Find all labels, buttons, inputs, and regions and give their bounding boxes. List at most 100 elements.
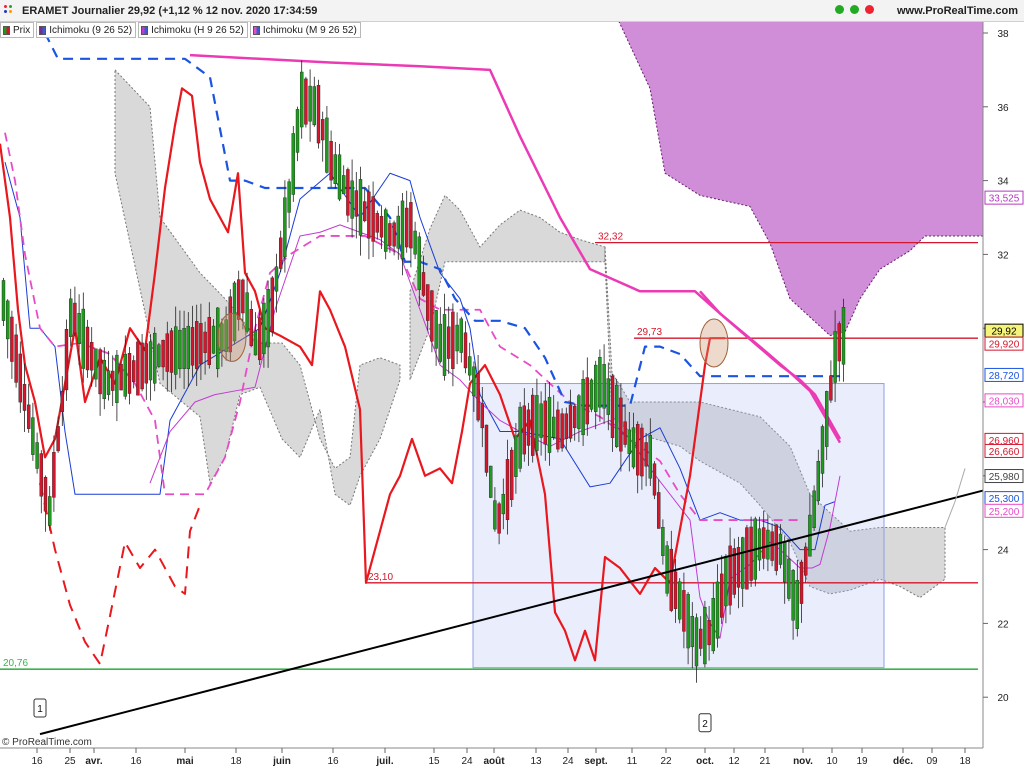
candle-up [94, 348, 98, 380]
green-dot-icon[interactable] [834, 5, 844, 14]
candle-up [438, 323, 442, 362]
candle-up [791, 570, 795, 621]
candle-up [337, 154, 342, 200]
candle-down [279, 237, 283, 269]
candle-up [501, 493, 505, 515]
candle-up [489, 465, 493, 498]
candle-up [665, 545, 669, 594]
candle-down [837, 323, 841, 362]
candle-up [812, 490, 816, 528]
candle-down [451, 311, 455, 369]
candle-up [820, 426, 825, 474]
candle-up [148, 341, 153, 381]
chart-canvas[interactable]: 32,3229,7323,1020,7612383634323028262422… [0, 10, 1024, 768]
candle-down [119, 363, 123, 391]
candle-up [694, 617, 699, 667]
candle-down [510, 449, 514, 500]
candle-up [178, 329, 182, 370]
candle-down [409, 202, 413, 249]
x-tick-label: déc. [893, 756, 913, 767]
legend-item-ichimoku-h[interactable]: Ichimoku (H 9 26 52) [138, 22, 248, 38]
candle-up [400, 200, 405, 260]
candle-down [749, 526, 753, 581]
candle-down [623, 421, 627, 445]
x-tick-label: 12 [728, 756, 740, 767]
candle-down [165, 333, 170, 372]
candle-down [560, 413, 564, 449]
candle-down [426, 284, 430, 321]
candle-down [585, 377, 589, 425]
legend-item-ichimoku-m[interactable]: Ichimoku (M 9 26 52) [249, 22, 361, 38]
price-tag-label: 28,030 [989, 396, 1020, 407]
candle-down [371, 196, 375, 242]
candle-down [829, 375, 833, 401]
legend-item-price[interactable]: Prix [0, 22, 35, 38]
x-tick-label: 13 [530, 756, 542, 767]
copyright: © ProRealTime.com [2, 737, 92, 748]
site-label[interactable]: www.ProRealTime.com [897, 5, 1018, 17]
candle-up [312, 86, 316, 126]
price-tag-label: 26,660 [989, 447, 1020, 458]
candle-down [194, 321, 199, 369]
candle-down [241, 279, 245, 314]
x-tick-label: 24 [562, 756, 574, 767]
green-dot-icon[interactable] [849, 5, 859, 14]
legend-item-ichimoku[interactable]: Ichimoku (9 26 52) [36, 22, 137, 38]
candle-up [81, 308, 86, 369]
price-tag-label: 28,720 [989, 371, 1020, 382]
candle-up [186, 325, 191, 369]
candle-up [274, 266, 279, 292]
candle-down [669, 548, 673, 611]
candle-up [686, 594, 690, 649]
grip-icon[interactable] [4, 5, 16, 17]
candle-up [598, 357, 602, 408]
candle-down [85, 326, 90, 371]
candle-up [615, 384, 619, 447]
candle-down [644, 442, 648, 467]
price-chart[interactable]: 32,3229,7323,1020,7612383634323028262422… [0, 10, 1024, 771]
legend-label: Ichimoku (M 9 26 52) [262, 24, 357, 36]
candle-down [73, 302, 77, 334]
candle-up [106, 370, 111, 395]
candle-up [535, 395, 539, 451]
candle-up [300, 71, 304, 128]
candle-up [245, 292, 249, 332]
x-tick-label: 22 [660, 756, 672, 767]
candle-up [31, 417, 35, 455]
candle-up [123, 353, 128, 397]
candle-up [833, 331, 837, 383]
candle-up [711, 598, 715, 652]
candle-down [52, 452, 56, 498]
candle-up [157, 344, 161, 367]
candle-down [720, 573, 724, 618]
candle-down [18, 353, 22, 403]
candle-down [543, 400, 547, 445]
candle-up [342, 175, 346, 195]
window-controls [832, 5, 874, 17]
candle-up [1, 280, 6, 321]
candle-up [678, 581, 682, 620]
candle-down [699, 628, 703, 649]
candle-down [346, 169, 350, 216]
ichimoku-m-swatch-icon [252, 25, 260, 35]
legend-label: Ichimoku (9 26 52) [49, 24, 133, 36]
candle-down [161, 340, 165, 368]
candle-up [308, 85, 312, 122]
candle-down [354, 190, 358, 217]
level-label: 29,73 [637, 327, 662, 338]
x-tick-label: 16 [31, 756, 43, 767]
candle-up [182, 328, 186, 369]
legend-label: Prix [13, 24, 31, 36]
candle-down [484, 424, 489, 473]
y-tick-label: 34 [997, 177, 1009, 188]
candle-down [463, 332, 468, 369]
candle-down [573, 405, 577, 428]
x-tick-label: mai [176, 756, 193, 767]
price-tag-label: 25,200 [989, 507, 1020, 518]
candle-up [295, 109, 300, 153]
x-tick-label: 16 [130, 756, 142, 767]
candle-up [741, 537, 745, 589]
candle-down [110, 370, 115, 391]
highlight-ellipse [217, 312, 247, 362]
red-dot-icon[interactable] [865, 5, 874, 14]
